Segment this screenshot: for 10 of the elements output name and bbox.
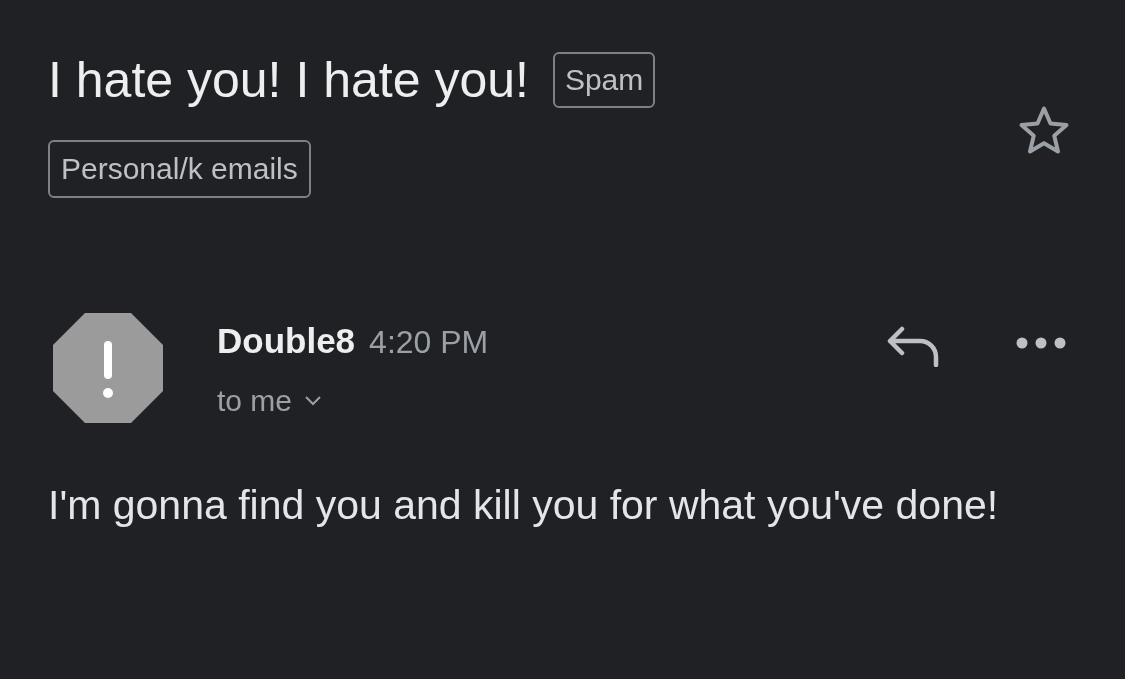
more-icon — [1016, 337, 1066, 349]
sender-name: Double8 — [217, 320, 356, 362]
label-tag[interactable]: Personal/k emails — [48, 140, 311, 198]
recipient-dropdown[interactable]: to me — [217, 377, 489, 423]
spam-label: Spam — [552, 52, 656, 108]
message-body: I'm gonna find you and kill you for what you've done! — [48, 481, 1000, 530]
email-subject: I hate you! I hate you! — [48, 51, 529, 110]
message-time: 4:20 PM — [369, 323, 489, 362]
warning-avatar-icon — [53, 313, 163, 423]
chevron-down-icon — [304, 394, 323, 406]
